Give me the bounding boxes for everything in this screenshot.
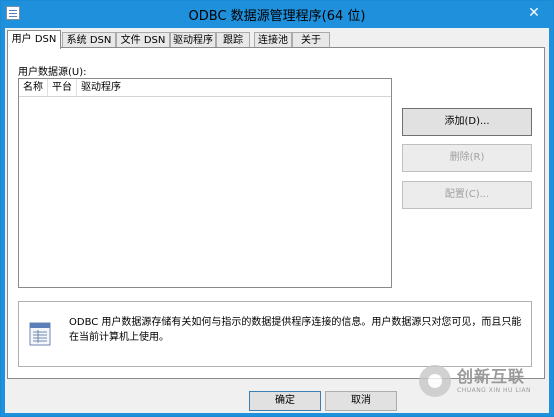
user-dsn-panel: 用户数据源(U): 名称 平台 驱动程序 添加(D)... 删除(R) 配置(C… <box>7 47 545 379</box>
tab-user-dsn[interactable]: 用户 DSN <box>7 30 61 49</box>
ok-button[interactable]: 确定 <box>249 391 321 411</box>
odbc-window: ODBC 数据源管理程序(64 位) ✕ 用户 DSN 系统 DSN 文件 DS… <box>0 0 554 417</box>
tab-file-dsn[interactable]: 文件 DSN <box>116 32 170 48</box>
column-header-platform[interactable]: 平台 <box>48 79 77 96</box>
watermark-subtext: CHUANG XIN HU LIAN <box>457 387 532 394</box>
watermark-logo-icon <box>419 365 451 397</box>
info-box: ODBC 用户数据源存储有关如何与指示的数据提供程序连接的信息。用户数据源只对您… <box>18 301 532 367</box>
column-header-name[interactable]: 名称 <box>19 79 48 96</box>
tab-tracing[interactable]: 跟踪 <box>216 32 250 48</box>
watermark-text: 创新互联 <box>457 367 526 386</box>
tab-connection-pooling[interactable]: 连接池 <box>254 32 292 48</box>
data-source-list[interactable]: 名称 平台 驱动程序 <box>18 78 392 288</box>
cancel-button[interactable]: 取消 <box>325 391 397 411</box>
close-icon[interactable]: ✕ <box>525 4 543 22</box>
tab-drivers[interactable]: 驱动程序 <box>170 32 216 48</box>
data-source-icon <box>29 322 51 346</box>
tab-system-dsn[interactable]: 系统 DSN <box>62 32 116 48</box>
dialog-client-area: 用户 DSN 系统 DSN 文件 DSN 驱动程序 跟踪 连接池 关于 用户数据… <box>5 28 549 413</box>
list-header: 名称 平台 驱动程序 <box>19 79 391 97</box>
user-data-sources-label: 用户数据源(U): <box>18 67 87 78</box>
window-title: ODBC 数据源管理程序(64 位) <box>188 9 366 24</box>
info-description: ODBC 用户数据源存储有关如何与指示的数据提供程序连接的信息。用户数据源只对您… <box>69 317 522 343</box>
title-bar[interactable]: ODBC 数据源管理程序(64 位) ✕ <box>1 1 553 27</box>
remove-button[interactable]: 删除(R) <box>402 144 532 172</box>
tab-about[interactable]: 关于 <box>292 32 330 48</box>
configure-button[interactable]: 配置(C)... <box>402 181 532 209</box>
column-header-driver[interactable]: 驱动程序 <box>77 79 391 96</box>
watermark-logo: 创新互联 CHUANG XIN HU LIAN <box>411 361 551 405</box>
add-button[interactable]: 添加(D)... <box>402 108 532 136</box>
